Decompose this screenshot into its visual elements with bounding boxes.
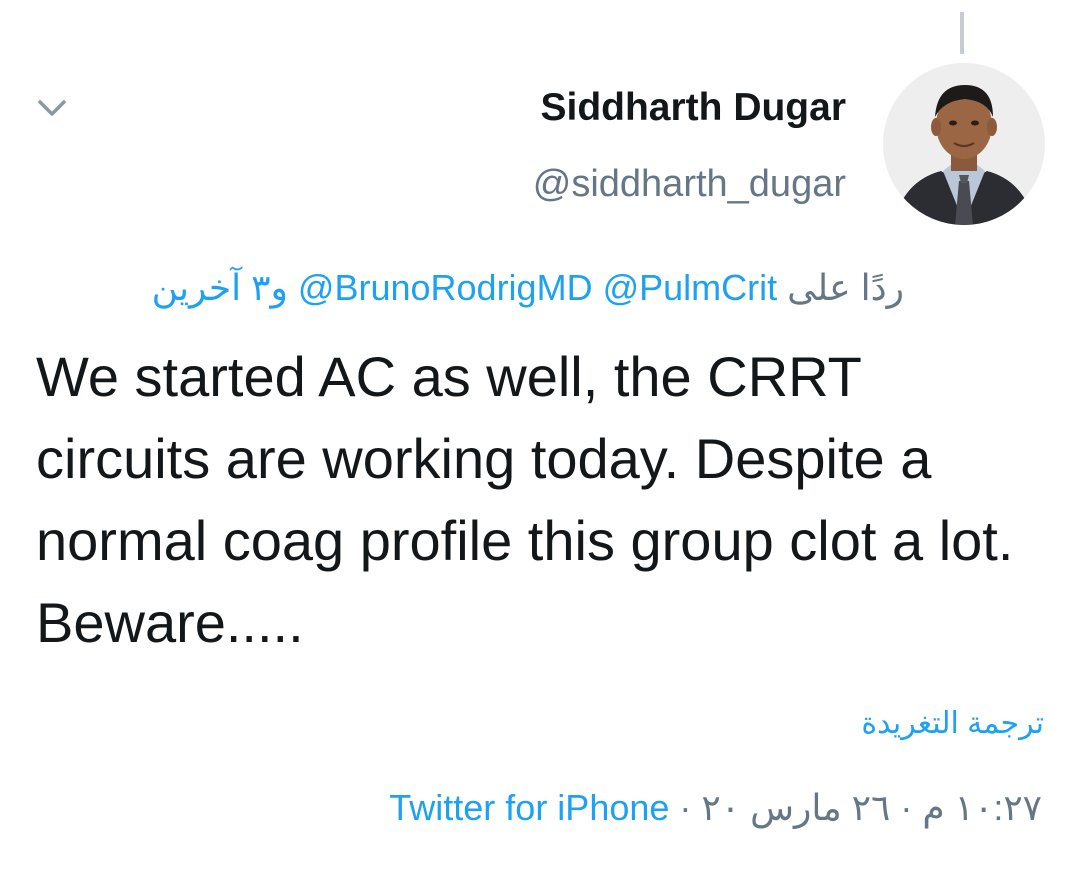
translate-tweet-link[interactable]: ترجمة التغريدة [861, 702, 1044, 746]
reply-prefix: ردًا على [787, 267, 904, 308]
chevron-down-icon[interactable] [36, 92, 68, 124]
tweet-text: We started AC as well, the CRRT circuits… [36, 345, 1014, 654]
reply-others-link[interactable]: و٣ آخرين [152, 267, 288, 308]
tweet-time: ١٠:٢٧ م [922, 787, 1042, 828]
avatar[interactable] [883, 63, 1045, 225]
mention-link[interactable]: @BrunoRodrigMD [298, 267, 593, 308]
meta-separator: · [679, 787, 692, 828]
tweet-source-link[interactable]: Twitter for iPhone [389, 787, 669, 828]
meta-separator: · [900, 787, 913, 828]
reply-context: ردًا على @PulmCrit @BrunoRodrigMD و٣ آخر… [152, 264, 904, 312]
thread-connector-line [960, 12, 964, 54]
tweet-meta: ١٠:٢٧ م·٢٦ مارس ٢٠·Twitter for iPhone [389, 784, 1042, 832]
author-name[interactable]: Siddharth Dugar [540, 84, 846, 132]
author-handle[interactable]: @siddharth_dugar [533, 160, 846, 208]
tweet-date: ٢٦ مارس ٢٠ [701, 787, 891, 828]
tweet-card: Siddharth Dugar @siddharth_dugar ردًا عل… [0, 0, 1080, 872]
mention-link[interactable]: @PulmCrit [603, 267, 778, 308]
